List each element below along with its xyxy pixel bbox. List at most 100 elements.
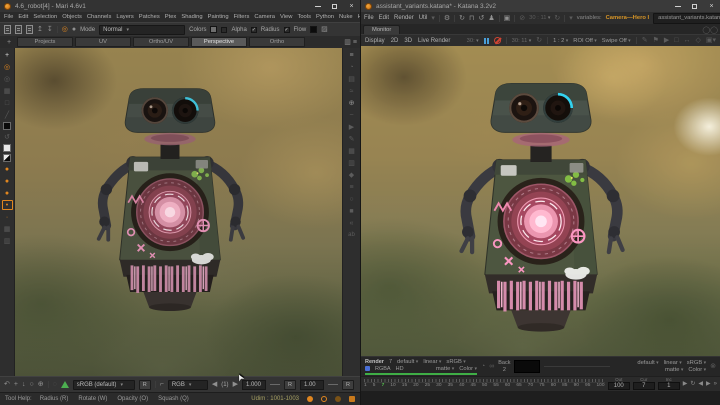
timeline-tick[interactable]: 60 bbox=[505, 383, 510, 389]
cube-view-icon[interactable]: ▨ bbox=[321, 26, 328, 33]
increment-field[interactable]: 1 bbox=[658, 382, 680, 390]
display-toggle[interactable]: Live Render bbox=[418, 38, 450, 44]
objects-panel-icon[interactable]: ≡ bbox=[346, 182, 357, 192]
history-panel-icon[interactable]: ▤ bbox=[346, 74, 357, 84]
gain-slider[interactable] bbox=[328, 384, 338, 385]
timeline-tick[interactable]: 7 bbox=[382, 383, 385, 389]
timeline-tick[interactable]: 25 bbox=[425, 383, 430, 389]
pan-icon[interactable]: + bbox=[14, 381, 18, 388]
slot1-default-dropdown[interactable]: default bbox=[397, 359, 418, 365]
radius-checkbox[interactable] bbox=[251, 27, 257, 33]
refresh-icon[interactable]: ↻ bbox=[459, 15, 465, 22]
circle-brush-icon[interactable]: ○ bbox=[29, 381, 33, 388]
projection-icon[interactable]: ▥ bbox=[2, 236, 13, 246]
mari-view-tab[interactable]: UV bbox=[75, 37, 131, 47]
katana-menu-item[interactable]: Util bbox=[419, 15, 428, 21]
person-icon[interactable]: ♟ bbox=[488, 15, 494, 22]
mari-menu-item[interactable]: Objects bbox=[62, 14, 82, 20]
paint-through-tool-icon[interactable]: ● bbox=[2, 176, 13, 186]
mari-menu-item[interactable]: View bbox=[280, 14, 292, 20]
move-tool-icon[interactable]: + bbox=[2, 50, 13, 60]
gradient-swatch[interactable] bbox=[3, 154, 11, 162]
katana-menu-item[interactable]: File bbox=[364, 15, 374, 21]
timeline-tick[interactable]: 10 bbox=[390, 383, 395, 389]
frame-region-icon[interactable]: □ bbox=[674, 37, 678, 44]
maximize-button[interactable] bbox=[326, 0, 343, 12]
annotate-pen-icon[interactable]: ✎ bbox=[642, 37, 648, 44]
text-tool-icon[interactable]: ab bbox=[346, 230, 357, 240]
clone-stamp-tool-icon[interactable]: ↺ bbox=[2, 132, 13, 142]
katana-titlebar[interactable]: assistant_variants.katana* - Katana 3.2v… bbox=[361, 0, 720, 12]
mari-menu-item[interactable]: Layers bbox=[116, 14, 133, 20]
blend-mode-select[interactable]: Normal bbox=[99, 25, 185, 35]
import-icon[interactable]: ↥ bbox=[37, 26, 43, 33]
mari-menu-item[interactable]: Python bbox=[316, 14, 334, 20]
timeline-tick[interactable]: 95 bbox=[585, 383, 590, 389]
reload-frame-icon[interactable]: ↻ bbox=[536, 37, 542, 44]
timeline-tick[interactable]: 40 bbox=[459, 383, 464, 389]
paint-brush-tool-icon[interactable]: ● bbox=[2, 164, 13, 174]
image-manager-icon[interactable]: ▥ bbox=[346, 158, 357, 168]
play-button[interactable]: ▶ bbox=[683, 381, 688, 387]
mari-menu-item[interactable]: Channels bbox=[87, 14, 112, 20]
camera-dropdown-icon[interactable]: ▣▾ bbox=[706, 37, 716, 44]
flag-icon[interactable]: ⚑ bbox=[653, 37, 659, 44]
slot2-linear-dropdown[interactable]: linear bbox=[664, 360, 682, 366]
render-box-icon[interactable]: ▣ bbox=[504, 15, 511, 22]
brush-tip-icon[interactable]: ● bbox=[72, 26, 76, 33]
pin-panel-icon[interactable]: ◯ bbox=[702, 27, 710, 34]
current-frame-field[interactable]: 7 bbox=[633, 382, 655, 390]
timeline-tick[interactable]: 55 bbox=[493, 383, 498, 389]
gain-field[interactable]: 1.00 bbox=[300, 380, 324, 390]
select-objects-tool-icon[interactable]: ◎ bbox=[2, 62, 13, 72]
display-toggle[interactable]: 2D bbox=[391, 38, 399, 44]
mari-view-tab[interactable]: Ortho/UV bbox=[133, 37, 189, 47]
current-brush-icon[interactable]: • bbox=[2, 200, 13, 210]
timeline-tick[interactable]: 85 bbox=[562, 383, 567, 389]
alpha-checkbox[interactable] bbox=[221, 27, 227, 33]
pan-view-icon[interactable]: + bbox=[3, 39, 15, 46]
flow-checkbox[interactable] bbox=[284, 27, 290, 33]
snapshot-icon[interactable]: ○ bbox=[346, 194, 357, 204]
open-project-icon[interactable] bbox=[15, 25, 22, 34]
collapse-panel-icon[interactable]: « bbox=[346, 218, 357, 228]
small-brush-icon[interactable]: · bbox=[2, 212, 13, 222]
ring-icon[interactable]: ◌ bbox=[53, 381, 57, 388]
gain-reset-button[interactable]: R bbox=[342, 380, 354, 390]
mari-view-tab[interactable]: Ortho bbox=[249, 37, 305, 47]
lock-icon[interactable]: ⊓ bbox=[469, 15, 474, 22]
timeline-tick[interactable]: 1 bbox=[364, 383, 367, 389]
display-toggle[interactable]: Display bbox=[365, 38, 385, 44]
mari-menu-item[interactable]: Shading bbox=[181, 14, 202, 20]
slot1-srgb-dropdown[interactable]: sRGB bbox=[446, 359, 465, 365]
slot2-color-dropdown[interactable]: Color bbox=[688, 367, 706, 373]
play-controls-icon[interactable]: ▶ bbox=[346, 122, 357, 132]
mari-menu-item[interactable]: Nuke bbox=[339, 14, 353, 20]
katana-monitor-viewport[interactable] bbox=[361, 46, 720, 356]
color-picker-icon[interactable]: ◆ bbox=[346, 170, 357, 180]
variables-chevron-icon[interactable]: ▾ bbox=[569, 15, 573, 22]
settings-gear-icon[interactable]: ⚙ bbox=[444, 15, 450, 22]
shelf-panel-icon[interactable]: ≈ bbox=[346, 86, 357, 96]
undo-stroke-icon[interactable]: ↶ bbox=[4, 381, 10, 388]
layout-menu-icon[interactable]: ≡ bbox=[353, 39, 357, 46]
lights-panel-icon[interactable]: ⊕ bbox=[346, 98, 357, 108]
monitor-tab[interactable]: Monitor bbox=[363, 25, 400, 34]
slot2-matte-dropdown[interactable]: matte bbox=[665, 367, 683, 373]
focus-tool-icon[interactable]: ◎ bbox=[2, 74, 13, 84]
timeline-tick[interactable]: 50 bbox=[482, 383, 487, 389]
timeline-tick[interactable]: 75 bbox=[539, 383, 544, 389]
close-button[interactable]: × bbox=[343, 0, 360, 12]
cancel-render-icon[interactable] bbox=[494, 37, 501, 44]
mari-view-tab[interactable]: Projects bbox=[17, 37, 73, 47]
timeline-tick[interactable]: 15 bbox=[402, 383, 407, 389]
go-to-end-button[interactable]: » bbox=[714, 381, 717, 387]
maximize-button[interactable] bbox=[686, 0, 703, 12]
mari-menu-item[interactable]: File bbox=[4, 14, 13, 20]
mari-viewport[interactable] bbox=[15, 48, 342, 376]
symmetry-icon[interactable]: ▦ bbox=[2, 224, 13, 234]
vector-brush-tool-icon[interactable]: ╱ bbox=[2, 110, 13, 120]
timeline-tick[interactable]: 80 bbox=[551, 383, 556, 389]
roi-dropdown[interactable]: ROI Off bbox=[573, 38, 596, 44]
smear-tool-icon[interactable]: ● bbox=[2, 188, 13, 198]
